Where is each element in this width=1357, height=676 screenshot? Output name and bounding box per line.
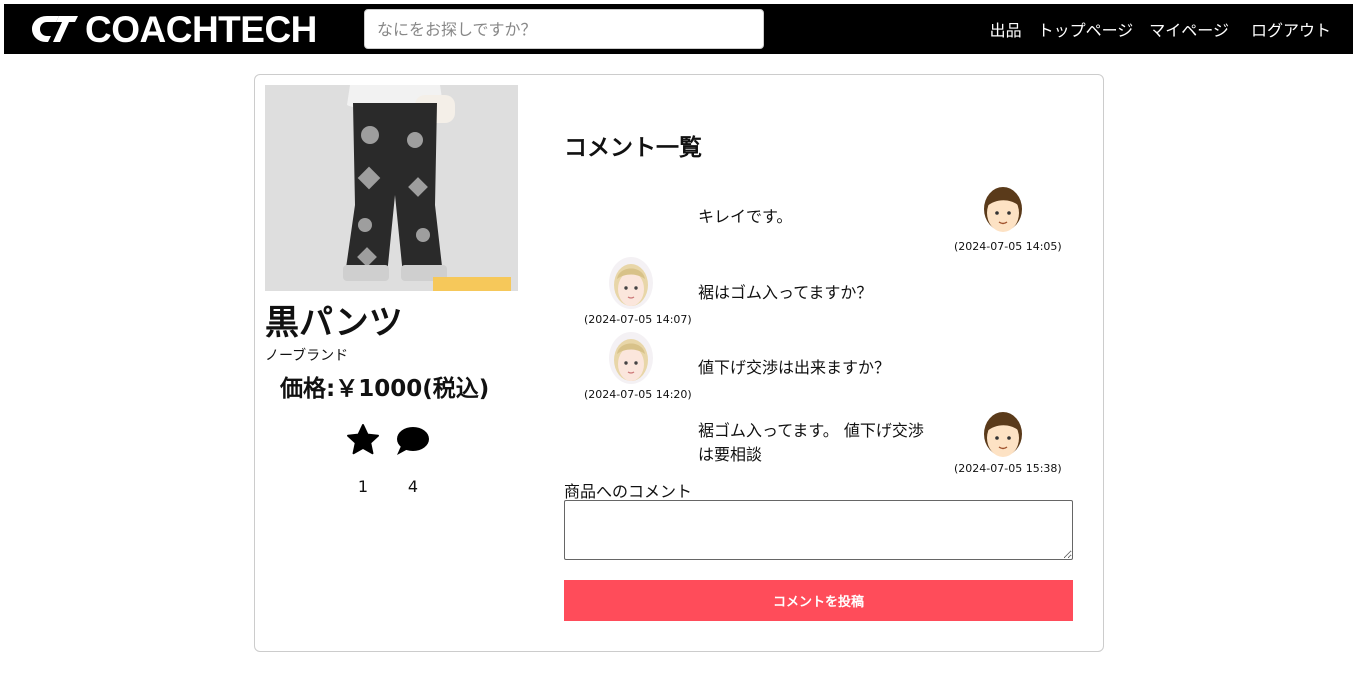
comment-time: (2024-07-05 14:20) bbox=[584, 388, 692, 401]
reaction-icons bbox=[343, 421, 437, 461]
search-input[interactable] bbox=[364, 9, 764, 49]
logo-text: COACHTECH bbox=[85, 8, 317, 50]
comment-text: 裾ゴム入ってます。 値下げ交渉は要相談 bbox=[698, 421, 924, 464]
product-brand: ノーブランド bbox=[265, 348, 349, 364]
comment-form-label: 商品へのコメント bbox=[564, 482, 693, 501]
comment-text: 裾はゴム入ってますか？ bbox=[698, 283, 873, 302]
product-image bbox=[265, 85, 518, 291]
submit-comment-button[interactable]: コメントを投稿 bbox=[564, 580, 1073, 621]
comment-time: (2024-07-05 14:05) bbox=[954, 240, 1062, 253]
logo-mark-icon bbox=[32, 16, 78, 42]
comment-bubble-icon[interactable] bbox=[395, 425, 431, 457]
nav-sell-link[interactable]: 出品 bbox=[990, 17, 1022, 41]
header: COACHTECH 出品 トップページ マイページ ログアウト bbox=[4, 4, 1353, 54]
comment-count: 4 bbox=[407, 477, 419, 496]
nav-mypage-link[interactable]: マイページ bbox=[1149, 17, 1229, 41]
product-name: 黒パンツ bbox=[265, 303, 403, 343]
comments-heading: コメント一覧 bbox=[564, 135, 702, 161]
nav-logout-link[interactable]: ログアウト bbox=[1251, 17, 1331, 41]
comment-time: (2024-07-05 14:07) bbox=[584, 313, 692, 326]
male-avatar-icon bbox=[984, 412, 1022, 457]
nav-menu: 出品 トップページ マイページ ログアウト bbox=[974, 4, 1331, 54]
comment-time: (2024-07-05 15:38) bbox=[954, 462, 1062, 475]
product-photo-pants bbox=[265, 85, 518, 291]
comment-text: 値下げ交渉は出来ますか？ bbox=[698, 358, 891, 377]
female-avatar-icon bbox=[609, 332, 653, 384]
logo[interactable]: COACHTECH bbox=[29, 10, 317, 48]
star-icon[interactable] bbox=[343, 421, 383, 459]
product-price: 価格:￥1000(税込) bbox=[280, 376, 490, 402]
favorite-count: 1 bbox=[357, 477, 369, 496]
product-detail-card: 黒パンツ ノーブランド 価格:￥1000(税込) 1 4 コメント一覧 キレイで… bbox=[254, 74, 1104, 652]
female-avatar-icon bbox=[609, 257, 653, 309]
comment-textarea[interactable] bbox=[564, 500, 1073, 560]
comment-text: キレイです。 bbox=[698, 207, 793, 226]
nav-top-link[interactable]: トップページ bbox=[1038, 17, 1134, 41]
male-avatar-icon bbox=[984, 187, 1022, 232]
